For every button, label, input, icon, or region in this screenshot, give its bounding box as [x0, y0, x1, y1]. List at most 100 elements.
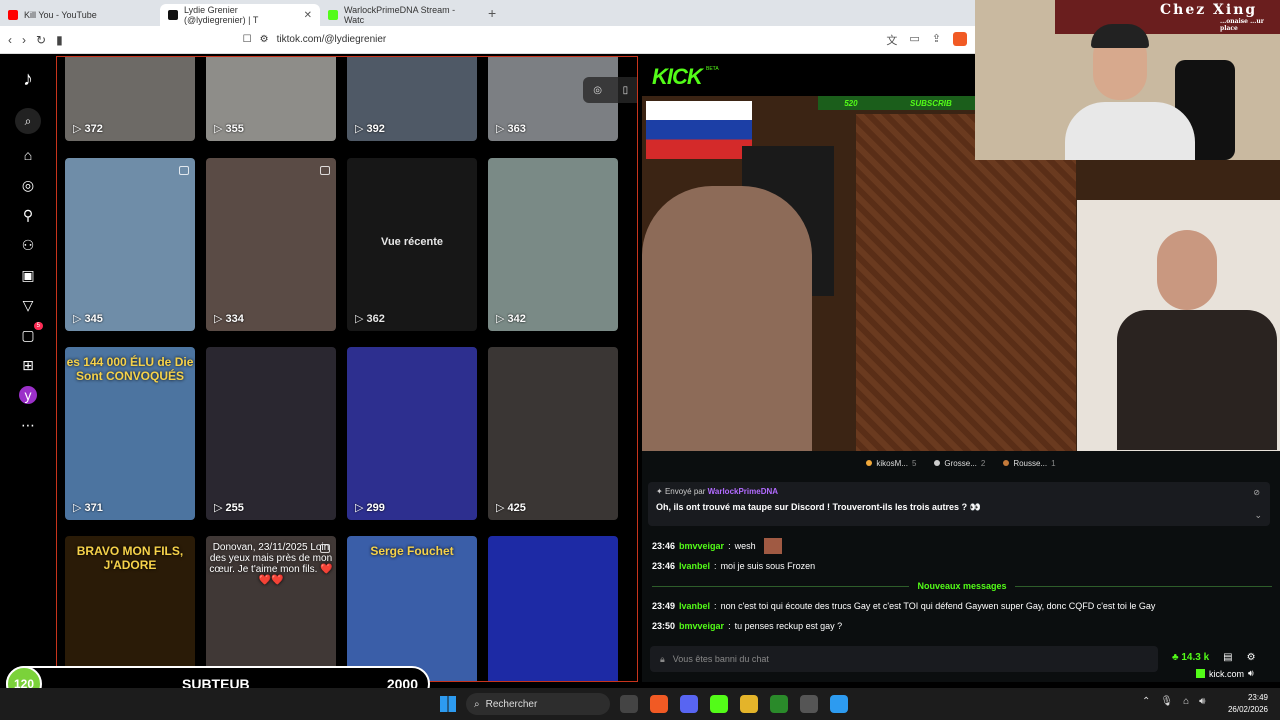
chevron-up-icon[interactable]: ⌃	[1142, 696, 1150, 707]
leader-2[interactable]: Grosse... 2	[934, 459, 985, 468]
search-icon[interactable]: ⌕	[15, 108, 41, 134]
view-count: ▷ 363	[496, 122, 526, 135]
video-tile[interactable]: ▷ 334	[206, 158, 336, 331]
share-icon[interactable]: ⇪	[932, 32, 941, 48]
browser-toolbar: ‹ › ↻ ▮ ☐ ⚙ tiktok.com/@lydiegrenier 文 ▭…	[0, 26, 975, 54]
chat-user[interactable]: bmvveigar	[679, 621, 724, 631]
compass-icon[interactable]: ◎	[593, 85, 602, 96]
video-tile[interactable]: Vue récente ▷ 362	[347, 158, 477, 331]
video-tile[interactable]: ▷ 355	[206, 57, 336, 141]
following-icon[interactable]: ⚲	[19, 206, 37, 224]
settings-icon[interactable]: ⚙	[1247, 652, 1256, 663]
video-tile[interactable]: ▷ 345	[65, 158, 195, 331]
video-tile[interactable]: Serge Fouchet	[347, 536, 477, 681]
home-icon[interactable]: ⌂	[19, 146, 37, 164]
explorer-icon[interactable]	[740, 695, 758, 713]
pinned-author[interactable]: WarlockPrimeDNA	[708, 487, 778, 496]
reload-icon[interactable]: ↻	[36, 33, 46, 47]
video-tile[interactable]	[488, 536, 618, 681]
leader-3[interactable]: Rousse... 1	[1003, 459, 1056, 468]
chat-time: 23:50	[652, 621, 676, 631]
forward-icon[interactable]: ›	[22, 33, 26, 47]
new-tab-button[interactable]: +	[488, 5, 496, 21]
video-tile[interactable]: ▷ 342	[488, 158, 618, 331]
video-tile[interactable]: es 144 000 ÉLU de Die Sont CONVOQUÉS ▷ 37…	[65, 347, 195, 520]
bookmark-icon[interactable]: ☐	[243, 34, 252, 45]
view-count-value: 334	[225, 313, 244, 325]
sidebar-icon[interactable]: ▮	[56, 33, 63, 47]
back-icon[interactable]: ‹	[8, 33, 12, 47]
gift-icon[interactable]: ▤	[1223, 652, 1232, 663]
messages-icon[interactable]: ▢ 5	[19, 322, 43, 344]
clock[interactable]: 23:49 26/02/2026	[1228, 692, 1268, 716]
chat-text: moi je suis sous Frozen	[720, 561, 816, 571]
play-icon: ▷	[73, 502, 85, 514]
tab-title: Kill You - YouTube	[24, 10, 97, 20]
chat-user[interactable]: Ivanbel	[679, 561, 710, 571]
chat-message: 23:50 bmvveigar: tu penses reckup est ga…	[652, 621, 843, 631]
cast-icon[interactable]: ▭	[909, 32, 919, 48]
chat-input[interactable]: 🔒︎ Vous êtes banni du chat	[650, 646, 1158, 672]
profile-avatar[interactable]: y	[19, 386, 37, 404]
video-tile[interactable]: ▷ 255	[206, 347, 336, 520]
view-count: ▷ 372	[73, 122, 103, 135]
tab-kick[interactable]: WarlockPrimeDNA Stream - Watc	[320, 4, 480, 26]
taskview-icon[interactable]	[620, 695, 638, 713]
pinned-text: Oh, ils ont trouvé ma taupe sur Discord …	[656, 502, 981, 512]
close-icon[interactable]: ✕	[304, 10, 312, 21]
video-tile[interactable]: Donovan, 23/11/2025 Loin des yeux mais p…	[206, 536, 336, 681]
explore-icon[interactable]: ◎	[19, 176, 37, 194]
flag-image	[646, 101, 752, 159]
volume-icon[interactable]: 🔊︎	[1248, 668, 1254, 679]
address-bar[interactable]: ☐ ⚙ tiktok.com/@lydiegrenier	[243, 34, 387, 45]
live-icon[interactable]: ▣	[19, 266, 37, 284]
volume-icon[interactable]: 🔊︎	[1199, 696, 1205, 707]
sign-text: Chez Xing	[1160, 2, 1258, 18]
kick-beta: BETA	[706, 66, 719, 72]
game-icon[interactable]	[770, 695, 788, 713]
chevron-down-icon[interactable]: ⌄	[1254, 510, 1262, 521]
tab-title: WarlockPrimeDNA Stream - Watc	[344, 5, 456, 25]
video-tile[interactable]: ▷ 299	[347, 347, 477, 520]
video-tile[interactable]: ▷ 392	[347, 57, 477, 141]
video-tile[interactable]: ▷ 425	[488, 347, 618, 520]
discord-icon[interactable]	[680, 695, 698, 713]
friends-icon[interactable]: ⚇	[19, 236, 37, 254]
chat-user[interactable]: bmvveigar	[679, 541, 724, 551]
kick-header: KICK BETA	[642, 56, 975, 96]
streamer-figure	[642, 186, 812, 451]
kick-logo[interactable]: KICK	[652, 64, 703, 90]
site-info-icon[interactable]: ⚙	[260, 34, 269, 45]
kick-app-icon[interactable]	[710, 695, 728, 713]
more-icon[interactable]: ⋯	[19, 416, 37, 434]
chat-user[interactable]: Ivanbel	[679, 601, 710, 611]
chat-placeholder: Vous êtes banni du chat	[672, 654, 769, 664]
video-tile[interactable]: ▷ 372	[65, 57, 195, 141]
upload-icon[interactable]: ⊞	[19, 356, 37, 374]
settings-app-icon[interactable]	[800, 695, 818, 713]
video-tile[interactable]: BRAVO MON FILS, J'ADORE	[65, 536, 195, 681]
brave-icon[interactable]	[650, 695, 668, 713]
leader-1[interactable]: kikosM... 5	[866, 459, 916, 468]
play-icon: ▷	[496, 502, 508, 514]
photo-mode-icon	[320, 544, 330, 553]
view-count: ▷ 371	[73, 501, 103, 514]
device-icon[interactable]: ▯	[623, 85, 629, 96]
unpin-icon[interactable]: ⊘	[1253, 488, 1260, 497]
taskbar-search[interactable]: ⌕ Rechercher	[466, 693, 610, 715]
windows-start-icon[interactable]	[440, 696, 456, 712]
network-icon[interactable]: ⌂	[1183, 696, 1189, 707]
activity-icon[interactable]: ▽	[19, 296, 37, 314]
tiktok-logo-icon[interactable]: ♪	[19, 68, 37, 90]
mic-icon[interactable]: 🎙︎	[1160, 696, 1173, 707]
brave-shield-icon[interactable]	[953, 31, 967, 46]
chat-message: 23:46 Ivanbel: moi je suis sous Frozen	[652, 561, 816, 571]
app-icon[interactable]	[830, 695, 848, 713]
sub-counter-bar: 520 SUBSCRIB	[818, 96, 978, 110]
view-count-value: 345	[84, 313, 103, 325]
messages-badge: 5	[33, 322, 43, 330]
chat-message: 23:49 Ivanbel: non c'est toi qui écoute …	[652, 601, 1156, 611]
tab-tiktok[interactable]: Lydie Grenier (@lydiegrenier) | T ✕	[160, 4, 320, 26]
translate-icon[interactable]: 文	[886, 32, 897, 48]
tab-youtube[interactable]: Kill You - YouTube	[0, 4, 160, 26]
